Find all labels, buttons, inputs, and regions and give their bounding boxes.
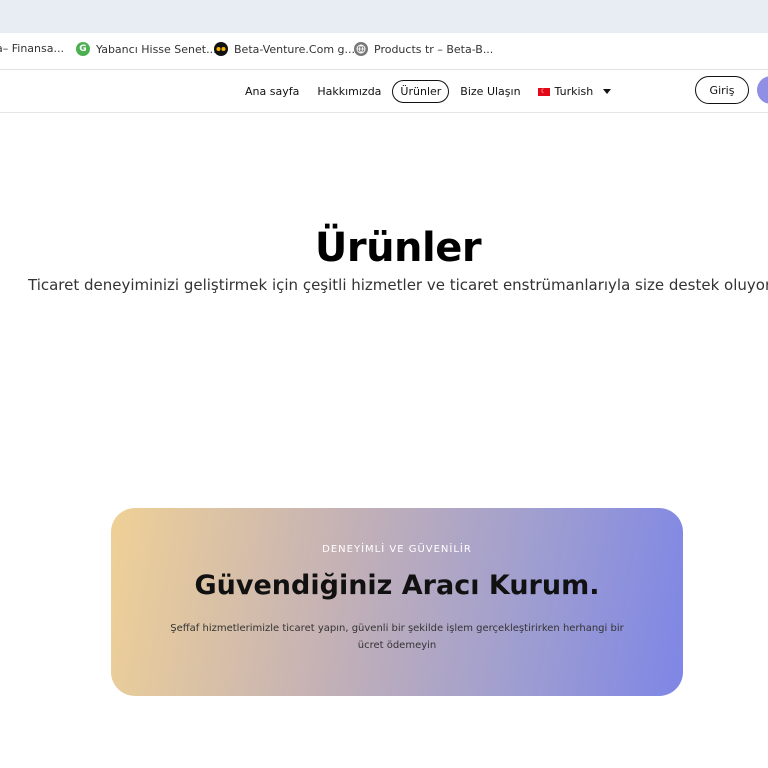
banner-kicker: DENEYİMLİ VE GÜVENİLİR <box>322 544 472 555</box>
site-header: Ana sayfa Hakkımızda Ürünler Bize Ulaşın… <box>0 70 768 113</box>
banner-title: Güvendiğiniz Aracı Kurum. <box>194 570 600 601</box>
register-button[interactable] <box>757 76 768 104</box>
nav-item-products[interactable]: Ürünler <box>392 80 450 103</box>
bookmark-label: Beta-Venture.Com g... <box>234 42 356 56</box>
broker-banner: DENEYİMLİ VE GÜVENİLİR Güvendiğiniz Arac… <box>111 508 683 696</box>
browser-tab-strip <box>0 0 768 33</box>
nav-item-about[interactable]: Hakkımızda <box>310 81 388 102</box>
language-selector[interactable]: ☾ Turkish <box>532 81 618 102</box>
bookmark-label: Products tr – Beta-B... <box>374 42 494 56</box>
bookmark-label: a– Finansa... <box>0 42 64 55</box>
page-subtitle: Ticaret deneyiminizi geliştirmek için çe… <box>28 276 768 294</box>
language-label: Turkish <box>554 85 594 98</box>
chevron-down-icon <box>603 89 612 94</box>
login-button[interactable]: Giriş <box>695 76 749 104</box>
bookmark-yabanci-hisse[interactable]: G Yabancı Hisse Senet... <box>76 42 217 56</box>
eyes-icon <box>214 42 228 56</box>
bookmark-beta-venture[interactable]: Beta-Venture.Com g... <box>214 42 355 56</box>
bookmarks-bar: a– Finansa... G Yabancı Hisse Senet... B… <box>0 33 768 70</box>
turkey-flag-icon: ☾ <box>537 87 550 96</box>
page-title: Ürünler <box>314 224 482 271</box>
nav-item-home[interactable]: Ana sayfa <box>238 81 306 102</box>
green-g-icon: G <box>76 42 90 56</box>
nav-item-contact[interactable]: Bize Ulaşın <box>453 81 527 102</box>
bookmark-products-tr[interactable]: Products tr – Beta-B... <box>354 42 493 56</box>
banner-text: Şeffaf hizmetlerimizle ticaret yapın, gü… <box>170 623 624 651</box>
bookmark-finansa[interactable]: a– Finansa... <box>0 42 64 55</box>
bookmark-label: Yabancı Hisse Senet... <box>96 42 217 56</box>
globe-icon <box>354 42 368 56</box>
main-nav: Ana sayfa Hakkımızda Ürünler Bize Ulaşın… <box>238 80 617 103</box>
